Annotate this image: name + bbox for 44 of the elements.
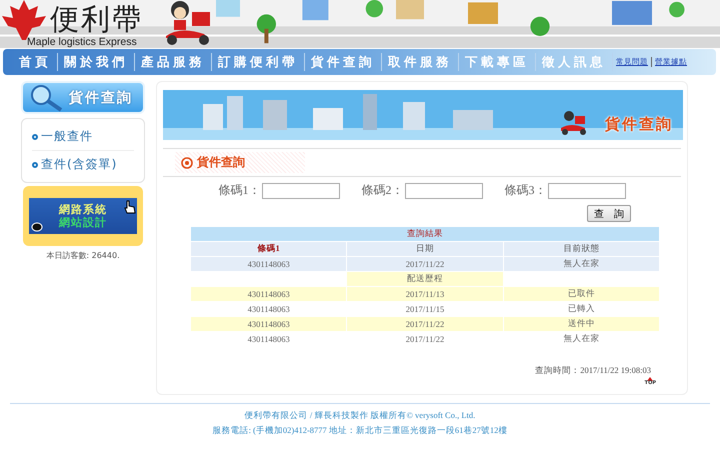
table-title: 查詢結果: [190, 226, 660, 242]
arrow-up-icon: [647, 377, 654, 381]
table-cell: 2017/11/13: [346, 286, 504, 302]
field-label: 條碼2：: [362, 182, 404, 199]
menu-item[interactable]: 一般查件: [32, 123, 134, 151]
logo-title: 便利帶: [50, 2, 143, 36]
mouse-icon: [31, 220, 45, 232]
history-header: 配送歷程: [346, 272, 504, 286]
nav-item[interactable]: 訂購便利帶: [212, 53, 305, 71]
target-icon: [181, 156, 193, 168]
logo-subtitle: Maple logistics Express: [27, 36, 137, 48]
search-button[interactable]: 查 詢: [587, 205, 631, 222]
footer-text: 服務電話: (手機加02)412-8777 地址：新北市三重區光復路一段61巷27號12樓: [212, 424, 508, 437]
section-title: 貨件查詢: [197, 154, 245, 171]
table-cell: 送件中: [503, 316, 660, 332]
ad-banner[interactable]: 網路系統 網站設計: [23, 186, 143, 246]
nav-item[interactable]: 貨件查詢: [305, 53, 382, 71]
hand-icon: [124, 200, 136, 214]
column-header: 條碼1: [190, 242, 347, 256]
nav-item[interactable]: 產品服務: [135, 53, 212, 71]
nav-item[interactable]: 關於我們: [58, 53, 135, 71]
query-time: 查詢時間：2017/11/22 19:08:03: [535, 365, 651, 377]
menu-item[interactable]: 查件(含簽單): [32, 151, 134, 178]
field-label: 條碼3：: [504, 182, 546, 199]
table-cell: 4301148063: [190, 286, 347, 302]
banner-title: 貨件查詢: [605, 114, 673, 134]
table-cell: 無人在家: [503, 256, 660, 272]
tracking-banner[interactable]: 貨件查詢: [21, 81, 145, 114]
table-cell: 4301148063: [190, 316, 347, 332]
table-cell: 4301148063: [190, 256, 347, 272]
scooter-rider-icon: [559, 110, 589, 136]
barcode-field[interactable]: [262, 182, 340, 198]
nav-item[interactable]: 取件服務: [382, 53, 459, 71]
barcode-field[interactable]: [404, 182, 482, 198]
table-cell: 2017/11/22: [346, 256, 504, 272]
column-header: 目前狀態: [503, 242, 660, 256]
table-cell: 2017/11/22: [346, 316, 504, 332]
table-cell: 已取件: [503, 286, 660, 302]
column-header: 日期: [346, 242, 504, 256]
nav-item[interactable]: 首頁: [13, 53, 58, 71]
visitor-count: 本日訪客數: 26440.: [46, 250, 120, 261]
barcode-field[interactable]: [548, 182, 626, 198]
field-label: 條碼1：: [218, 182, 260, 199]
footer-text: 便利帶有限公司 / 輝長科技製作 版權所有© verysoft Co., Ltd.: [244, 409, 476, 422]
